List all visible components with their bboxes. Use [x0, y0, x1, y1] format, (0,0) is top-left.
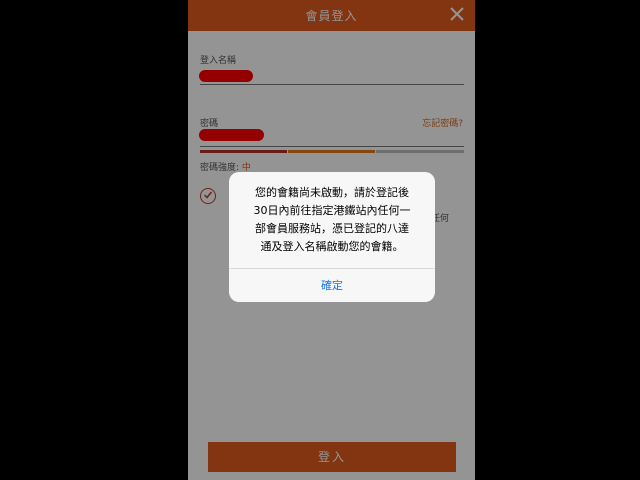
alert-dialog: 您的會籍尚未啟動，請於登記後 30日內前往指定港鐵站內任何一 部會員服務站，憑已…: [229, 172, 435, 302]
confirm-button[interactable]: 確定: [229, 269, 435, 302]
dialog-message: 您的會籍尚未啟動，請於登記後 30日內前往指定港鐵站內任何一 部會員服務站，憑已…: [239, 184, 425, 256]
dialog-message-line: 部會員服務站，憑已登記的八達: [255, 222, 409, 235]
dialog-message-line: 通及登入名稱啟動您的會籍。: [260, 240, 404, 253]
dialog-message-line: 30日內前往指定港鐵站內任何一: [253, 204, 411, 217]
phone-screen: 會員登入 登入名稱 密碼 忘記密碼? 密碼強度: 中 任何 登入 您的會籍尚未啟…: [188, 0, 475, 480]
dialog-message-line: 您的會籍尚未啟動，請於登記後: [255, 186, 409, 199]
